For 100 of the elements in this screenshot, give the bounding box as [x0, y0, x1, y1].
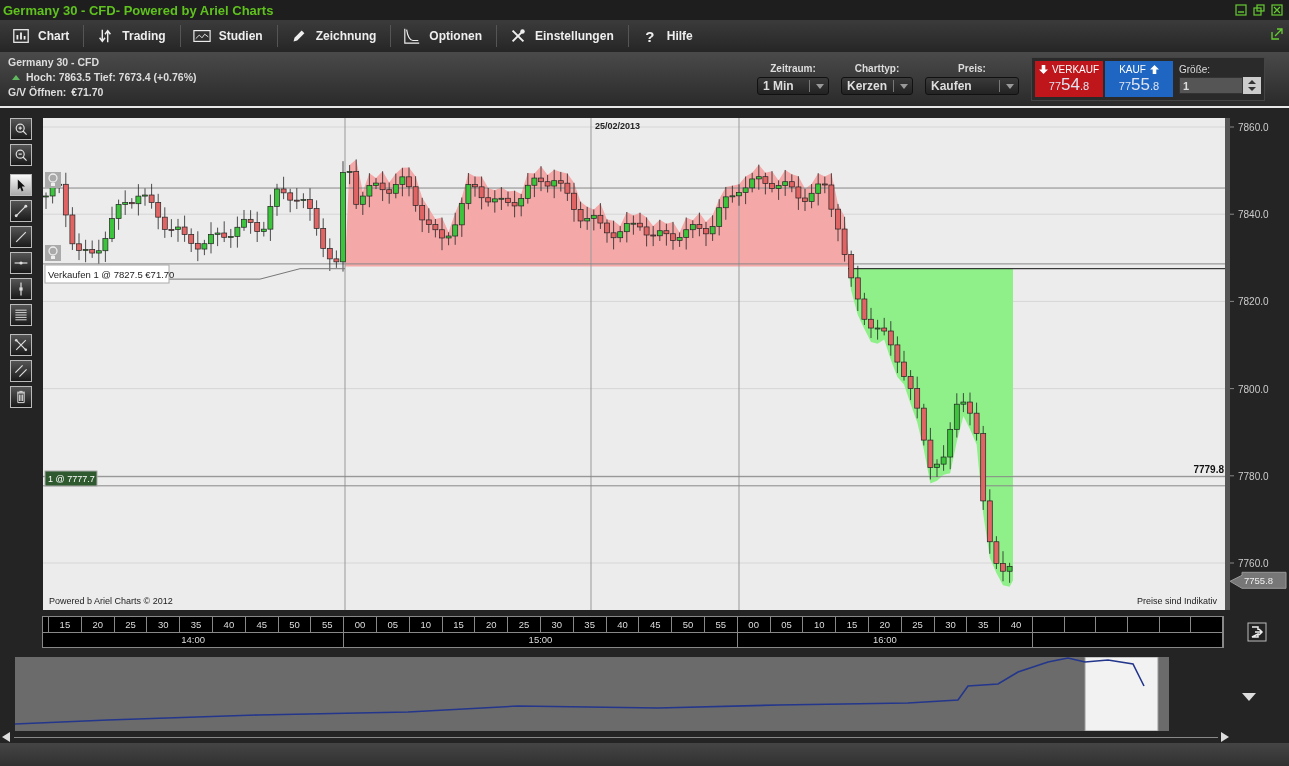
- time-label: 05: [376, 617, 410, 632]
- time-label: 00: [344, 617, 377, 632]
- tool-button[interactable]: [10, 252, 32, 274]
- level-label: 7779.8: [1193, 463, 1224, 475]
- menu-item[interactable]: Studien: [188, 24, 277, 48]
- tool-button[interactable]: [10, 144, 32, 166]
- time-label: 10: [409, 617, 443, 632]
- axis-label: 7800.0: [1238, 383, 1269, 395]
- tool-button[interactable]: [10, 360, 32, 382]
- scroll-left-icon[interactable]: [2, 732, 11, 742]
- time-label: 25: [508, 617, 541, 632]
- pnl-value: €71.70: [71, 86, 104, 98]
- time-label: 15: [49, 617, 82, 632]
- dropdown[interactable]: Kaufen: [925, 77, 1019, 95]
- help-icon: ?: [640, 27, 659, 45]
- time-label: 25: [114, 617, 148, 632]
- buy-button[interactable]: KAUF 7755.8: [1105, 61, 1173, 97]
- dropdown[interactable]: 1 Min: [757, 77, 829, 95]
- axis-label: 7860.0: [1238, 122, 1269, 133]
- size-field[interactable]: 1: [1179, 77, 1243, 94]
- menu-item[interactable]: Optionen: [399, 24, 497, 48]
- time-label: 10: [803, 617, 837, 632]
- tool-button[interactable]: [10, 118, 32, 140]
- time-label: 20: [868, 617, 902, 632]
- dropdown-triangle-icon[interactable]: [1242, 693, 1256, 701]
- time-label: 45: [639, 617, 673, 632]
- trend-line-icon: [13, 203, 29, 219]
- price-tag: 7755.8: [1229, 571, 1287, 589]
- selector-label: Zeitraum:: [770, 63, 816, 74]
- date-label: 25/02/2013: [595, 121, 641, 131]
- close-icon[interactable]: [1271, 4, 1283, 16]
- time-label: 30: [934, 617, 968, 632]
- parallel-lines-icon: [13, 363, 29, 379]
- scroll-right-icon[interactable]: [1221, 732, 1230, 742]
- time-label: 15: [442, 617, 476, 632]
- bar-chart-icon: [12, 27, 30, 45]
- time-label: 05: [770, 617, 804, 632]
- menu-item[interactable]: Zeichnung: [285, 24, 391, 48]
- caret-icon: [816, 83, 824, 89]
- axis-label: 7820.0: [1238, 296, 1269, 308]
- caret-icon: [900, 83, 908, 89]
- axis-label: 7780.0: [1238, 470, 1269, 482]
- time-label: 35: [573, 617, 607, 632]
- time-label: 55: [311, 617, 345, 632]
- high-low-text: Hoch: 7863.5 Tief: 7673.4 (+0.76%): [26, 71, 197, 83]
- time-label: 40: [606, 617, 640, 632]
- credit-text: Powered b Ariel Charts © 2012: [49, 596, 173, 606]
- position-label: 1 @ 7777.7: [44, 470, 98, 487]
- time-label: 50: [278, 617, 312, 632]
- time-label: 35: [967, 617, 1001, 632]
- hour-label: 14:00: [43, 632, 345, 647]
- instrument-name: Germany 30 - CFD: [8, 56, 101, 68]
- window-title: Germany 30 - CFD- Powered by Ariel Charts: [3, 2, 274, 18]
- tool-button[interactable]: [10, 334, 32, 356]
- minimize-icon[interactable]: [1235, 4, 1247, 16]
- time-label: 40: [1000, 617, 1033, 632]
- up-triangle-icon: [12, 74, 20, 80]
- axis-label: 7760.0: [1238, 558, 1269, 569]
- menu-item[interactable]: Chart: [8, 24, 84, 48]
- tool-button[interactable]: [10, 200, 32, 222]
- dropdown[interactable]: Kerzen: [841, 77, 913, 95]
- line-icon: [13, 229, 29, 245]
- time-label: 55: [704, 617, 738, 632]
- popout-icon[interactable]: [1271, 28, 1283, 40]
- restore-icon[interactable]: [1253, 4, 1265, 16]
- navigator-drawing[interactable]: [15, 657, 1169, 731]
- curve-icon: [403, 27, 422, 45]
- exit-icon[interactable]: [1246, 622, 1267, 642]
- tool-button[interactable]: [10, 174, 32, 196]
- time-label: 45: [245, 617, 279, 632]
- time-label: 30: [540, 617, 574, 632]
- selector-label: Preis:: [958, 63, 986, 74]
- tool-button[interactable]: [10, 304, 32, 326]
- hour-label: 15:00: [344, 632, 738, 647]
- tool-button[interactable]: [10, 226, 32, 248]
- caret-icon: [1006, 83, 1014, 89]
- sell-button[interactable]: VERKAUF 7754.8: [1035, 61, 1103, 97]
- selector-label: Charttyp:: [854, 63, 900, 74]
- order-label: Verkaufen 1 @ 7827.5 €71.70: [44, 264, 175, 284]
- down-arrow-icon: [1038, 64, 1048, 74]
- tool-button[interactable]: [10, 386, 32, 408]
- up-arrow-icon: [1149, 64, 1159, 74]
- menu-item[interactable]: Trading: [92, 24, 180, 48]
- time-label: 20: [81, 617, 115, 632]
- tool-button[interactable]: [10, 278, 32, 300]
- zoom-in-icon: [13, 121, 29, 137]
- hour-label: 16:00: [737, 632, 1033, 647]
- chart-window-icon: [192, 27, 211, 45]
- pnl-label: G/V Öffnen:: [8, 86, 67, 98]
- time-label: 40: [213, 617, 246, 632]
- menu-item[interactable]: ? Hilfe: [636, 24, 707, 48]
- time-label: 50: [672, 617, 705, 632]
- axis-label: 7840.0: [1238, 209, 1269, 221]
- time-label: 35: [180, 617, 213, 632]
- size-label: Größe:: [1179, 64, 1212, 75]
- time-label: 20: [475, 617, 509, 632]
- lines-icon: [13, 307, 29, 323]
- time-label: 30: [147, 617, 181, 632]
- disclaimer-text: Preise sind Indikativ: [1136, 596, 1217, 606]
- menu-item[interactable]: Einstellungen: [505, 24, 628, 48]
